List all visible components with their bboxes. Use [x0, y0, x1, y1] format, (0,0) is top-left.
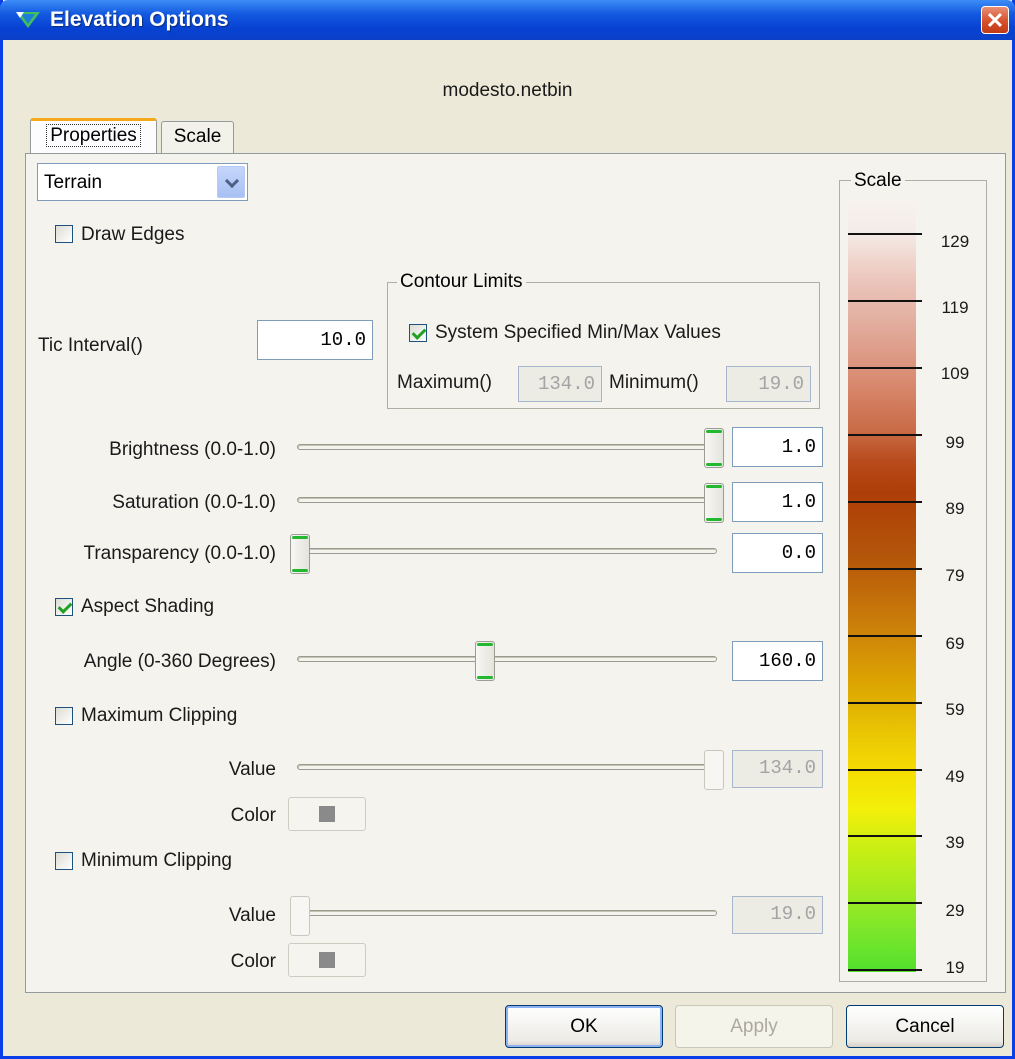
scale-tick-label: 19 [945, 958, 965, 977]
apply-button[interactable]: Apply [675, 1005, 833, 1048]
system-specified-label: System Specified Min/Max Values [435, 322, 721, 343]
scale-tick-label: 69 [945, 634, 965, 653]
min-clip-color-label: Color [230, 951, 276, 972]
scale-tick-label: 39 [945, 833, 965, 852]
saturation-input[interactable]: 1.0 [732, 482, 823, 522]
aspect-shading-checkbox[interactable] [55, 598, 73, 616]
angle-label: Angle (0-360 Degrees) [83, 651, 276, 672]
aspect-shading-label: Aspect Shading [81, 596, 215, 617]
close-button[interactable]: ✕ [981, 6, 1009, 34]
tab-scale[interactable]: Scale [161, 121, 234, 153]
max-clip-color-button[interactable] [288, 797, 366, 831]
saturation-slider-thumb[interactable] [704, 483, 724, 523]
scale-tick [848, 769, 922, 771]
cancel-button[interactable]: Cancel [846, 1005, 1004, 1048]
minimum-label: Minimum() [609, 372, 699, 393]
title-bar[interactable]: Elevation Options ✕ [0, 0, 1015, 40]
saturation-slider-track[interactable] [297, 497, 717, 503]
chevron-down-icon[interactable] [217, 166, 245, 198]
draw-edges-label: Draw Edges [81, 224, 185, 245]
min-clip-value-label: Value [228, 905, 276, 926]
scale-tick-label: 79 [945, 566, 965, 585]
transparency-slider-thumb[interactable] [290, 534, 310, 574]
scale-tick [848, 902, 922, 904]
min-clip-slider-thumb[interactable] [290, 896, 310, 936]
tic-interval-input[interactable]: 10.0 [257, 320, 373, 360]
transparency-input[interactable]: 0.0 [732, 533, 823, 573]
scale-tick-label: 109 [940, 364, 970, 383]
max-clip-slider-thumb[interactable] [704, 750, 724, 790]
scale-tick [848, 434, 922, 436]
max-clip-value-input[interactable]: 134.0 [732, 750, 823, 788]
scale-tick [848, 367, 922, 369]
tab-properties-label: Properties [46, 124, 141, 147]
maximum-clipping-checkbox[interactable] [55, 707, 73, 725]
draw-edges-checkbox[interactable] [55, 225, 73, 243]
brightness-input[interactable]: 1.0 [732, 427, 823, 467]
elevation-options-dialog: Elevation Options ✕ modesto.netbin Prope… [0, 0, 1015, 1059]
scale-tick [848, 835, 922, 837]
minimum-input[interactable]: 19.0 [726, 366, 811, 402]
scale-tick-label: 89 [945, 499, 965, 518]
file-name-label: modesto.netbin [442, 80, 573, 101]
mode-dropdown[interactable]: Terrain [37, 163, 248, 201]
window-title: Elevation Options [50, 8, 229, 31]
max-clip-value-label: Value [228, 759, 276, 780]
minimum-clipping-checkbox[interactable] [55, 852, 73, 870]
scale-tick [848, 233, 922, 235]
scale-tick [848, 300, 922, 302]
scale-tick-label: 59 [945, 700, 965, 719]
max-clip-color-label: Color [230, 805, 276, 826]
min-clip-value-input[interactable]: 19.0 [732, 896, 823, 934]
max-clip-slider-track[interactable] [297, 764, 717, 770]
scale-tick-label: 99 [945, 433, 965, 452]
scale-tick [848, 702, 922, 704]
tab-properties[interactable]: Properties [30, 118, 157, 153]
brightness-label: Brightness (0.0-1.0) [109, 439, 276, 460]
scale-tick-label: 129 [940, 232, 970, 251]
contour-limits-title: Contour Limits [397, 271, 526, 293]
scale-tick [848, 568, 922, 570]
minimum-clipping-label: Minimum Clipping [81, 850, 232, 871]
ok-button[interactable]: OK [505, 1005, 663, 1048]
mode-dropdown-value: Terrain [44, 172, 103, 193]
scale-title: Scale [851, 170, 905, 192]
transparency-slider-track[interactable] [297, 548, 717, 554]
elevation-app-icon [16, 12, 40, 28]
system-specified-checkbox[interactable] [409, 324, 427, 342]
brightness-slider-thumb[interactable] [704, 428, 724, 468]
angle-slider-thumb[interactable] [475, 641, 495, 681]
scale-tick [848, 635, 922, 637]
maximum-label: Maximum() [397, 372, 492, 393]
maximum-input[interactable]: 134.0 [518, 366, 602, 402]
elevation-color-scale [848, 200, 916, 972]
tic-interval-label: Tic Interval() [38, 335, 143, 356]
scale-tick [848, 501, 922, 503]
scale-tick-label: 49 [945, 767, 965, 786]
angle-slider-track[interactable] [297, 656, 717, 662]
brightness-slider-track[interactable] [297, 444, 717, 450]
maximum-clipping-label: Maximum Clipping [81, 705, 238, 726]
min-clip-color-button[interactable] [288, 943, 366, 977]
scale-tick [848, 969, 922, 971]
scale-tick-label: 119 [941, 298, 969, 317]
scale-tick-label: 29 [945, 901, 965, 920]
angle-input[interactable]: 160.0 [732, 641, 823, 681]
transparency-label: Transparency (0.0-1.0) [83, 543, 276, 564]
saturation-label: Saturation (0.0-1.0) [112, 492, 276, 513]
min-clip-slider-track[interactable] [297, 910, 717, 916]
